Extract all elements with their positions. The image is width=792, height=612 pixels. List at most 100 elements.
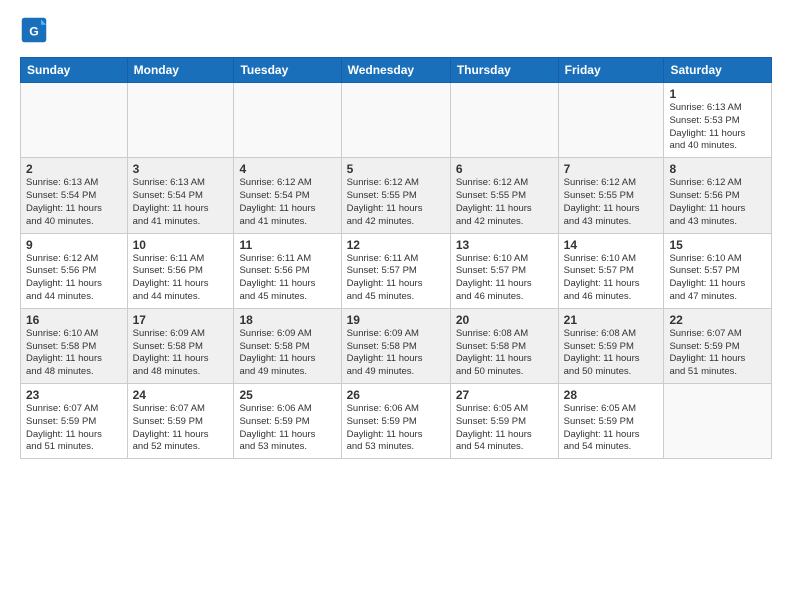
day-info: Sunrise: 6:11 AM Sunset: 5:56 PM Dayligh… — [133, 253, 229, 304]
day-number: 9 — [26, 238, 122, 252]
day-number: 18 — [239, 313, 335, 327]
day-info: Sunrise: 6:10 AM Sunset: 5:57 PM Dayligh… — [564, 253, 659, 304]
calendar-cell: 17Sunrise: 6:09 AM Sunset: 5:58 PM Dayli… — [127, 308, 234, 383]
day-info: Sunrise: 6:07 AM Sunset: 5:59 PM Dayligh… — [26, 403, 122, 454]
day-number: 15 — [669, 238, 766, 252]
day-number: 25 — [239, 388, 335, 402]
day-number: 21 — [564, 313, 659, 327]
week-row-5: 23Sunrise: 6:07 AM Sunset: 5:59 PM Dayli… — [21, 384, 772, 459]
weekday-header-saturday: Saturday — [664, 58, 772, 83]
calendar-cell: 3Sunrise: 6:13 AM Sunset: 5:54 PM Daylig… — [127, 158, 234, 233]
day-info: Sunrise: 6:10 AM Sunset: 5:57 PM Dayligh… — [669, 253, 766, 304]
weekday-row: SundayMondayTuesdayWednesdayThursdayFrid… — [21, 58, 772, 83]
day-number: 17 — [133, 313, 229, 327]
day-number: 8 — [669, 162, 766, 176]
weekday-header-tuesday: Tuesday — [234, 58, 341, 83]
day-info: Sunrise: 6:13 AM Sunset: 5:54 PM Dayligh… — [26, 177, 122, 228]
calendar-cell: 10Sunrise: 6:11 AM Sunset: 5:56 PM Dayli… — [127, 233, 234, 308]
calendar-cell: 26Sunrise: 6:06 AM Sunset: 5:59 PM Dayli… — [341, 384, 450, 459]
weekday-header-friday: Friday — [558, 58, 664, 83]
day-info: Sunrise: 6:08 AM Sunset: 5:58 PM Dayligh… — [456, 328, 553, 379]
calendar: SundayMondayTuesdayWednesdayThursdayFrid… — [20, 57, 772, 459]
calendar-cell: 7Sunrise: 6:12 AM Sunset: 5:55 PM Daylig… — [558, 158, 664, 233]
weekday-header-thursday: Thursday — [450, 58, 558, 83]
day-number: 28 — [564, 388, 659, 402]
day-info: Sunrise: 6:06 AM Sunset: 5:59 PM Dayligh… — [239, 403, 335, 454]
day-number: 16 — [26, 313, 122, 327]
page: G SundayMondayTuesdayWednesdayThursdayFr… — [0, 0, 792, 612]
calendar-cell: 20Sunrise: 6:08 AM Sunset: 5:58 PM Dayli… — [450, 308, 558, 383]
calendar-cell: 22Sunrise: 6:07 AM Sunset: 5:59 PM Dayli… — [664, 308, 772, 383]
day-info: Sunrise: 6:07 AM Sunset: 5:59 PM Dayligh… — [133, 403, 229, 454]
day-info: Sunrise: 6:12 AM Sunset: 5:55 PM Dayligh… — [564, 177, 659, 228]
header: G — [20, 16, 772, 49]
day-info: Sunrise: 6:11 AM Sunset: 5:56 PM Dayligh… — [239, 253, 335, 304]
calendar-cell: 25Sunrise: 6:06 AM Sunset: 5:59 PM Dayli… — [234, 384, 341, 459]
day-number: 12 — [347, 238, 445, 252]
day-number: 19 — [347, 313, 445, 327]
calendar-cell: 18Sunrise: 6:09 AM Sunset: 5:58 PM Dayli… — [234, 308, 341, 383]
weekday-header-wednesday: Wednesday — [341, 58, 450, 83]
calendar-cell: 16Sunrise: 6:10 AM Sunset: 5:58 PM Dayli… — [21, 308, 128, 383]
day-number: 2 — [26, 162, 122, 176]
calendar-cell: 5Sunrise: 6:12 AM Sunset: 5:55 PM Daylig… — [341, 158, 450, 233]
calendar-cell: 28Sunrise: 6:05 AM Sunset: 5:59 PM Dayli… — [558, 384, 664, 459]
day-number: 3 — [133, 162, 229, 176]
calendar-cell: 2Sunrise: 6:13 AM Sunset: 5:54 PM Daylig… — [21, 158, 128, 233]
day-number: 24 — [133, 388, 229, 402]
day-number: 14 — [564, 238, 659, 252]
logo-area: G — [20, 16, 52, 49]
day-info: Sunrise: 6:09 AM Sunset: 5:58 PM Dayligh… — [239, 328, 335, 379]
calendar-cell: 15Sunrise: 6:10 AM Sunset: 5:57 PM Dayli… — [664, 233, 772, 308]
week-row-4: 16Sunrise: 6:10 AM Sunset: 5:58 PM Dayli… — [21, 308, 772, 383]
calendar-header: SundayMondayTuesdayWednesdayThursdayFrid… — [21, 58, 772, 83]
calendar-cell: 9Sunrise: 6:12 AM Sunset: 5:56 PM Daylig… — [21, 233, 128, 308]
day-number: 13 — [456, 238, 553, 252]
day-number: 6 — [456, 162, 553, 176]
day-info: Sunrise: 6:11 AM Sunset: 5:57 PM Dayligh… — [347, 253, 445, 304]
day-info: Sunrise: 6:07 AM Sunset: 5:59 PM Dayligh… — [669, 328, 766, 379]
day-number: 27 — [456, 388, 553, 402]
calendar-cell: 21Sunrise: 6:08 AM Sunset: 5:59 PM Dayli… — [558, 308, 664, 383]
day-info: Sunrise: 6:12 AM Sunset: 5:56 PM Dayligh… — [669, 177, 766, 228]
day-info: Sunrise: 6:06 AM Sunset: 5:59 PM Dayligh… — [347, 403, 445, 454]
calendar-cell: 13Sunrise: 6:10 AM Sunset: 5:57 PM Dayli… — [450, 233, 558, 308]
calendar-cell: 24Sunrise: 6:07 AM Sunset: 5:59 PM Dayli… — [127, 384, 234, 459]
calendar-cell — [21, 83, 128, 158]
calendar-cell — [234, 83, 341, 158]
day-info: Sunrise: 6:12 AM Sunset: 5:55 PM Dayligh… — [347, 177, 445, 228]
day-number: 22 — [669, 313, 766, 327]
calendar-cell: 14Sunrise: 6:10 AM Sunset: 5:57 PM Dayli… — [558, 233, 664, 308]
calendar-cell: 12Sunrise: 6:11 AM Sunset: 5:57 PM Dayli… — [341, 233, 450, 308]
day-number: 4 — [239, 162, 335, 176]
day-number: 5 — [347, 162, 445, 176]
calendar-cell — [341, 83, 450, 158]
calendar-cell — [664, 384, 772, 459]
svg-text:G: G — [29, 24, 39, 38]
calendar-cell: 8Sunrise: 6:12 AM Sunset: 5:56 PM Daylig… — [664, 158, 772, 233]
day-number: 26 — [347, 388, 445, 402]
weekday-header-sunday: Sunday — [21, 58, 128, 83]
calendar-cell: 23Sunrise: 6:07 AM Sunset: 5:59 PM Dayli… — [21, 384, 128, 459]
day-info: Sunrise: 6:09 AM Sunset: 5:58 PM Dayligh… — [347, 328, 445, 379]
day-number: 1 — [669, 87, 766, 101]
calendar-cell — [558, 83, 664, 158]
calendar-cell: 11Sunrise: 6:11 AM Sunset: 5:56 PM Dayli… — [234, 233, 341, 308]
calendar-cell — [450, 83, 558, 158]
day-info: Sunrise: 6:05 AM Sunset: 5:59 PM Dayligh… — [564, 403, 659, 454]
week-row-3: 9Sunrise: 6:12 AM Sunset: 5:56 PM Daylig… — [21, 233, 772, 308]
day-number: 11 — [239, 238, 335, 252]
day-info: Sunrise: 6:05 AM Sunset: 5:59 PM Dayligh… — [456, 403, 553, 454]
calendar-cell: 4Sunrise: 6:12 AM Sunset: 5:54 PM Daylig… — [234, 158, 341, 233]
calendar-cell: 1Sunrise: 6:13 AM Sunset: 5:53 PM Daylig… — [664, 83, 772, 158]
day-info: Sunrise: 6:12 AM Sunset: 5:55 PM Dayligh… — [456, 177, 553, 228]
week-row-1: 1Sunrise: 6:13 AM Sunset: 5:53 PM Daylig… — [21, 83, 772, 158]
day-number: 23 — [26, 388, 122, 402]
calendar-cell — [127, 83, 234, 158]
week-row-2: 2Sunrise: 6:13 AM Sunset: 5:54 PM Daylig… — [21, 158, 772, 233]
calendar-cell: 27Sunrise: 6:05 AM Sunset: 5:59 PM Dayli… — [450, 384, 558, 459]
day-info: Sunrise: 6:13 AM Sunset: 5:53 PM Dayligh… — [669, 102, 766, 153]
day-info: Sunrise: 6:12 AM Sunset: 5:54 PM Dayligh… — [239, 177, 335, 228]
day-info: Sunrise: 6:09 AM Sunset: 5:58 PM Dayligh… — [133, 328, 229, 379]
day-info: Sunrise: 6:13 AM Sunset: 5:54 PM Dayligh… — [133, 177, 229, 228]
